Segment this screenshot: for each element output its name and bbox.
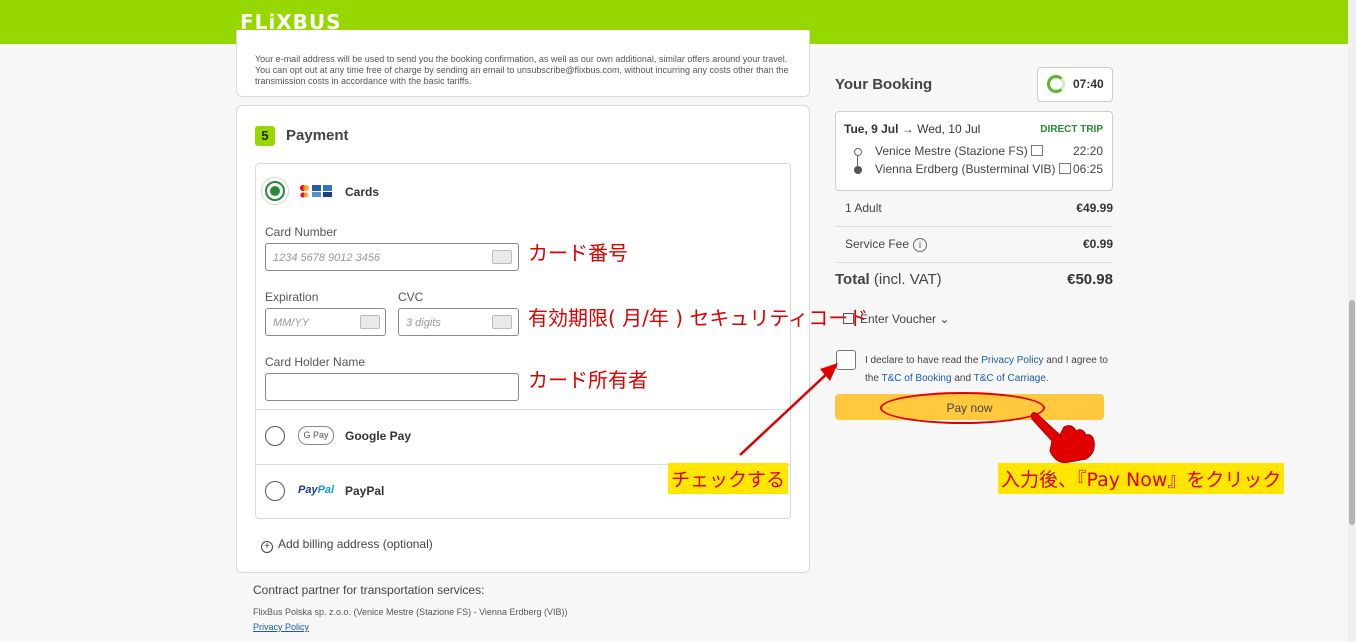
card-number-label: Card Number <box>265 225 338 239</box>
holder-name-label: Card Holder Name <box>265 355 366 369</box>
payment-section: 5 Payment Cards Card Number 1234 5678 90… <box>236 105 810 573</box>
departure-stop-name: Venice Mestre (Stazione FS) <box>875 144 1028 158</box>
total-row: Total (incl. VAT) €50.98 <box>835 271 1113 288</box>
scrollbar-thumb[interactable] <box>1349 300 1355 525</box>
paypal-radio[interactable] <box>265 481 285 501</box>
declare-text-3: and <box>954 373 972 384</box>
terms-declaration: I declare to have read the Privacy Polic… <box>865 352 1115 388</box>
highlight-ellipse <box>880 392 1045 424</box>
tc-carriage-link[interactable]: T&C of Carriage <box>974 373 1046 384</box>
declare-text-1: I declare to have read the <box>865 355 979 366</box>
total-label: Total <box>835 271 870 288</box>
google-pay-logo: G Pay <box>298 426 334 445</box>
divider <box>835 262 1113 263</box>
tc-booking-link[interactable]: T&C of Booking <box>882 373 952 384</box>
cvc-icon <box>492 315 512 329</box>
arrival-dot-icon <box>854 166 862 174</box>
route-line <box>857 156 858 166</box>
card-icon <box>492 250 512 264</box>
divider <box>835 226 1113 227</box>
scrollbar[interactable] <box>1348 0 1356 642</box>
timer-ring-icon <box>1047 75 1065 93</box>
contract-heading: Contract partner for transportation serv… <box>253 583 485 597</box>
cards-label[interactable]: Cards <box>345 185 379 199</box>
departure-time: 22:20 <box>1072 144 1103 158</box>
adult-label: 1 Adult <box>845 201 882 215</box>
hand-pointer-icon <box>1031 412 1095 464</box>
service-fee-label: Service Fee <box>845 237 910 251</box>
plus-circle-icon: + <box>261 541 273 553</box>
expiry-icon <box>360 315 380 329</box>
email-notice-card: Your e-mail address will be used to send… <box>236 30 810 97</box>
arrival-date: Wed, 10 Jul <box>917 122 981 136</box>
arrival-stop-name: Vienna Erdberg (Busterminal VIB) <box>875 162 1056 176</box>
service-fee-price: €0.99 <box>1082 237 1113 251</box>
trip-summary: Tue, 9 Jul → Wed, 10 Jul DIRECT TRIP Ven… <box>835 111 1113 191</box>
paypal-logo: PayPal <box>298 484 334 496</box>
departure-stop[interactable]: Venice Mestre (Stazione FS) <box>875 144 1043 158</box>
annotation-expiry-cvc: 有効期限( 月/年 ) セキュリティコード <box>528 306 869 330</box>
privacy-policy-link[interactable]: Privacy Policy <box>981 355 1043 366</box>
total-price: €50.98 <box>1067 271 1113 288</box>
annotation-card-number: カード番号 <box>528 241 628 265</box>
cards-radio[interactable] <box>265 181 285 201</box>
declare-period: . <box>1045 373 1049 384</box>
departure-dot-icon <box>854 148 862 156</box>
paypal-logo-part-b: Pal <box>317 484 335 496</box>
timer-value: 07:40 <box>1073 77 1104 91</box>
info-icon[interactable]: i <box>913 238 928 252</box>
divider <box>256 409 790 410</box>
map-icon[interactable] <box>1030 145 1043 156</box>
map-icon[interactable] <box>1058 163 1071 174</box>
payment-title: Payment <box>286 127 349 144</box>
holder-name-input[interactable] <box>265 373 519 401</box>
departure-date: Tue, 9 Jul <box>844 122 899 136</box>
voucher-label: Enter Voucher <box>860 312 937 326</box>
total-note: (incl. VAT) <box>873 271 942 288</box>
add-billing-address[interactable]: + Add billing address (optional) <box>261 537 433 553</box>
arrival-stop[interactable]: Vienna Erdberg (Busterminal VIB) <box>875 162 1071 176</box>
card-brands-icon <box>300 185 332 198</box>
voucher-icon <box>843 313 854 324</box>
trip-dates: Tue, 9 Jul → Wed, 10 Jul <box>844 122 981 136</box>
contract-partner: FlixBus Polska sp. z.o.o. (Venice Mestre… <box>253 607 568 617</box>
annotation-check: チェックする <box>668 463 789 494</box>
reservation-timer: 07:40 <box>1037 67 1113 102</box>
chevron-down-icon: ⌄ <box>939 312 950 326</box>
service-fee-row: Service Fee i €0.99 <box>845 237 1113 252</box>
arrival-time: 06:25 <box>1072 162 1103 176</box>
arrow-annotation-icon <box>739 363 838 456</box>
google-pay-label[interactable]: Google Pay <box>345 429 411 443</box>
adult-price: €49.99 <box>1076 201 1113 215</box>
cvc-label: CVC <box>398 290 424 304</box>
card-number-input[interactable]: 1234 5678 9012 3456 <box>265 243 519 271</box>
paypal-label[interactable]: PayPal <box>345 484 384 498</box>
annotation-holder: カード所有者 <box>528 368 648 392</box>
paypal-logo-part-a: Pay <box>298 484 318 496</box>
annotation-pay-now: 入力後、『Pay Now』をクリック <box>998 463 1285 494</box>
privacy-policy-link[interactable]: Privacy Policy <box>253 622 309 632</box>
billing-label: Add billing address (optional) <box>278 537 433 551</box>
direct-trip-badge: DIRECT TRIP <box>1040 124 1103 135</box>
google-pay-radio[interactable] <box>265 426 285 446</box>
email-notice-text: Your e-mail address will be used to send… <box>255 54 789 86</box>
expiration-label: Expiration <box>265 290 319 304</box>
adult-price-row: 1 Adult €49.99 <box>845 201 1113 215</box>
step-badge: 5 <box>255 126 275 146</box>
booking-title: Your Booking <box>835 76 933 93</box>
enter-voucher-toggle[interactable]: Enter Voucher ⌄ <box>843 312 949 326</box>
